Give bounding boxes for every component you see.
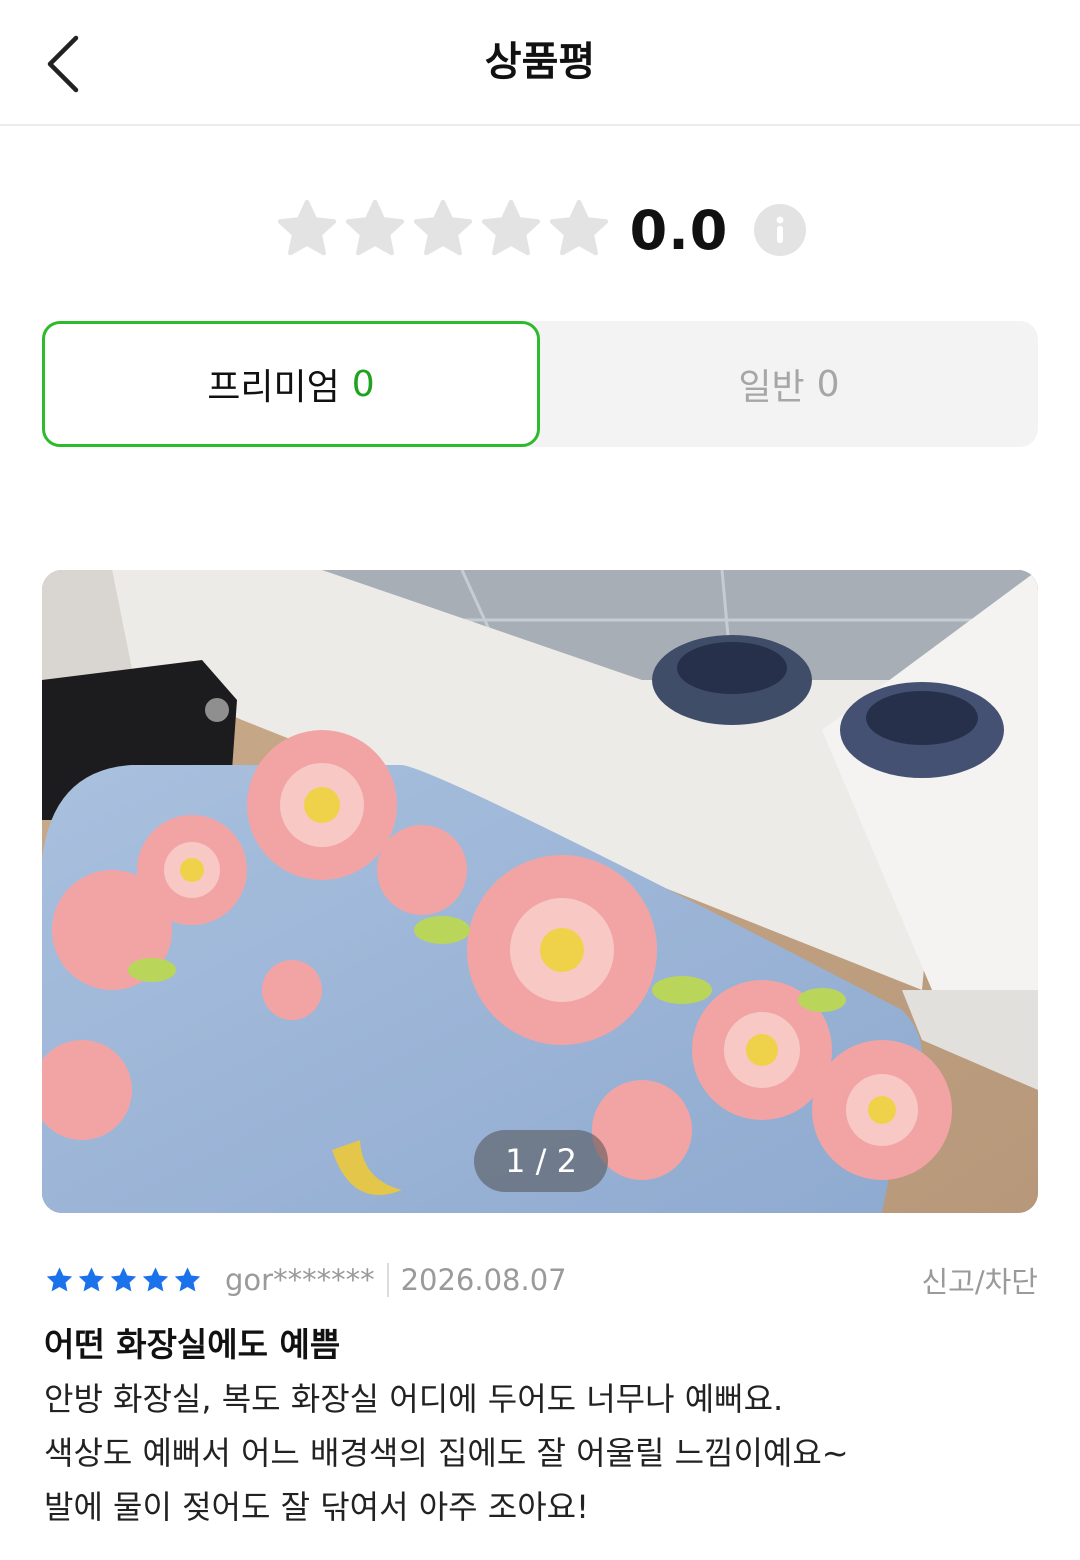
star-empty-icon (549, 199, 608, 256)
review-body-line: 안방 화장실, 복도 화장실 어디에 두어도 너무나 예뻐요. (44, 1380, 784, 1418)
meta-divider (386, 1263, 389, 1297)
review-photo (42, 570, 1038, 1213)
star-filled-icon (110, 1266, 137, 1291)
info-icon (776, 216, 784, 243)
star-filled-icon (174, 1266, 201, 1291)
tab-general[interactable]: 일반 0 (540, 321, 1038, 447)
top-app-bar: 상품평 (0, 0, 1080, 126)
star-empty-icon (345, 199, 404, 256)
tab-premium-label: 프리미엄 (207, 367, 340, 408)
star-empty-icon (481, 199, 540, 256)
chevron-left-icon (47, 35, 79, 93)
star-empty-icon (277, 199, 336, 256)
tab-general-count: 0 (816, 363, 840, 405)
image-page-indicator: 1 / 2 (474, 1130, 608, 1192)
star-empty-icon (413, 199, 472, 256)
back-button[interactable] (30, 28, 94, 100)
review-body: 안방 화장실, 복도 화장실 어디에 두어도 너무나 예뻐요. 색상도 예뻐서 … (44, 1372, 1038, 1534)
review-meta: gor******* 2026.08.07 신고/차단 (44, 1258, 1038, 1302)
star-filled-icon (46, 1266, 73, 1291)
info-button[interactable] (754, 204, 807, 256)
review-stars (44, 1265, 203, 1296)
review-title: 어떤 화장실에도 예쁨 (44, 1325, 341, 1364)
tab-premium[interactable]: 프리미엄 0 (42, 321, 540, 447)
review-body-line: 색상도 예뻐서 어느 배경색의 집에도 잘 어울릴 느낌이예요~ (44, 1434, 849, 1472)
reviewer-name: gor******* (225, 1263, 375, 1297)
review-date: 2026.08.07 (400, 1263, 567, 1297)
average-score: 0.0 (629, 198, 729, 262)
page-title: 상품평 (484, 39, 596, 85)
star-filled-icon (142, 1266, 169, 1291)
review-type-tabs: 프리미엄 0 일반 0 (42, 321, 1038, 447)
average-stars (274, 197, 612, 263)
tab-premium-count: 0 (351, 363, 375, 405)
rating-summary: 0.0 (0, 190, 1080, 270)
tab-general-label: 일반 (738, 367, 805, 408)
review-photo-carousel[interactable]: 1 / 2 (42, 570, 1038, 1213)
star-filled-icon (78, 1266, 105, 1291)
review-body-line: 발에 물이 젖어도 잘 닦여서 아주 조아요! (44, 1488, 589, 1526)
report-block-link[interactable]: 신고/차단 (922, 1259, 1039, 1301)
